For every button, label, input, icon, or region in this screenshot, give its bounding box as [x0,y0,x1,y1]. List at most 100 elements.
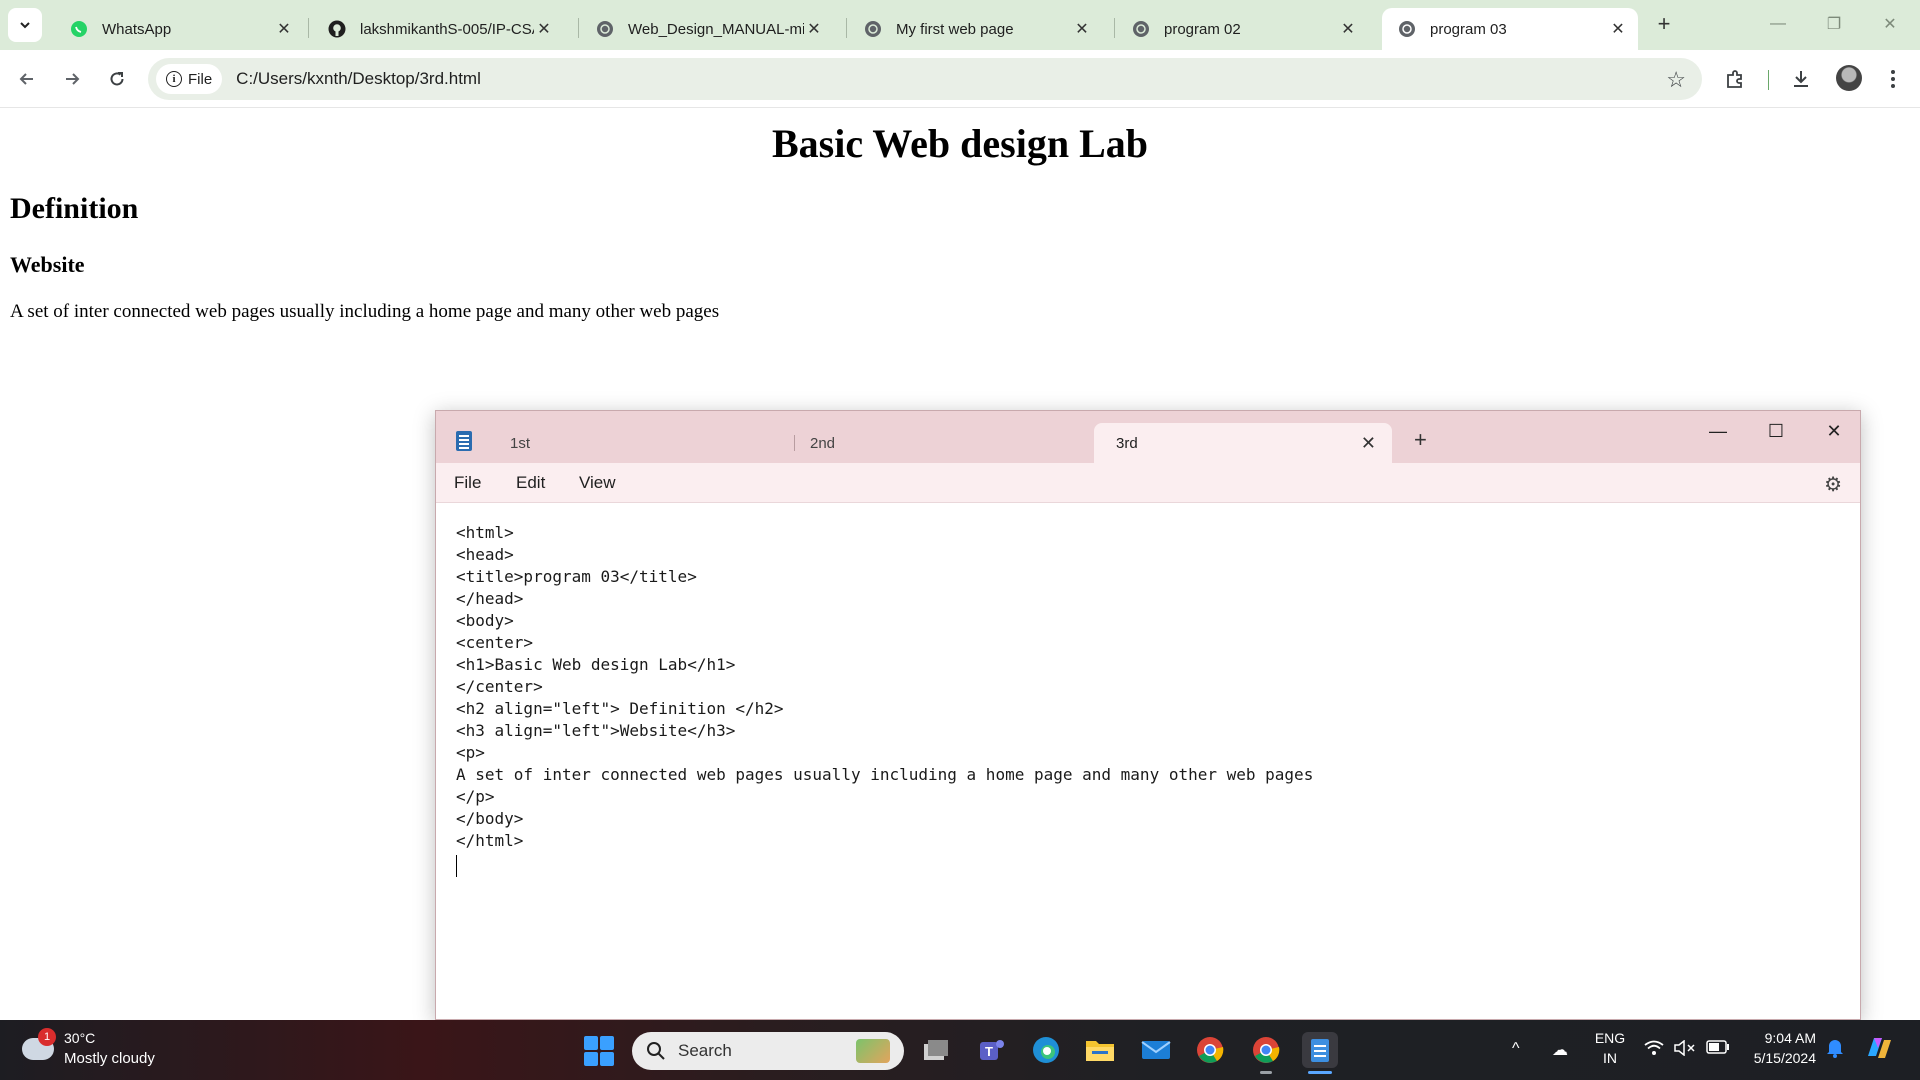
github-icon [328,20,346,38]
code-line: </head> [456,589,524,608]
code-line: </html> [456,831,524,850]
forward-button[interactable] [55,62,89,96]
notepad-new-tab-button[interactable]: + [1414,427,1427,453]
notepad-text-editor[interactable]: <html> <head> <title>program 03</title> … [436,503,1860,1019]
file-explorer-button[interactable] [1082,1032,1118,1068]
address-bar[interactable]: i File C:/Users/kxnth/Desktop/3rd.html ☆ [148,58,1702,100]
browser-tab-github[interactable]: lakshmikanthS-005/IP-CSA ✕ [312,8,564,50]
site-info-chip[interactable]: i File [156,64,223,94]
browser-tab-my-first-web-page[interactable]: My first web page ✕ [848,8,1102,50]
info-icon: i [166,71,182,87]
search-highlight-image [856,1039,890,1063]
windows-logo-tile [584,1052,598,1066]
running-indicator [1260,1071,1272,1074]
chevron-up-icon[interactable]: ^ [1512,1040,1520,1058]
browser-tab-whatsapp[interactable]: WhatsApp ✕ [54,8,304,50]
language-region[interactable]: IN [1590,1050,1630,1066]
notepad-close-button[interactable]: ✕ [1805,411,1860,451]
minimize-button[interactable]: — [1750,0,1806,48]
chrome-app-button[interactable] [1192,1032,1228,1068]
arrow-left-icon [19,73,33,85]
page-heading-h1: Basic Web design Lab [771,121,1149,166]
task-view-button[interactable] [918,1032,954,1068]
edge-icon [1033,1037,1059,1063]
edge-app-button[interactable] [1028,1032,1064,1068]
start-button[interactable] [584,1036,614,1066]
tab-title: program 03 [1430,20,1507,38]
toolbar-separator [1768,70,1769,90]
notepad-tab-1st[interactable]: 1st [488,423,734,463]
speaker-muted-icon[interactable] [1674,1039,1696,1061]
tab-search-button[interactable] [8,8,42,42]
clock-date[interactable]: 5/15/2024 [1740,1050,1816,1066]
notepad-tab-label: 3rd [1116,434,1138,452]
tab-title: program 02 [1164,20,1241,38]
tab-separator [578,18,579,38]
taskbar-search-box[interactable]: Search [632,1032,904,1070]
tab-separator [1114,18,1115,38]
browser-tab-program-03[interactable]: program 03 ✕ [1382,8,1638,50]
notepad-window: 1st 2nd 3rd ✕ + — ☐ ✕ File Edit View ⚙ <… [435,410,1861,1020]
copilot-icon[interactable] [1864,1034,1894,1067]
whatsapp-icon [70,20,88,38]
url-text[interactable]: C:/Users/kxnth/Desktop/3rd.html [236,69,481,89]
chrome-icon [1253,1037,1280,1063]
browser-tab-program-02[interactable]: program 02 ✕ [1116,8,1368,50]
notepad-maximize-button[interactable]: ☐ [1747,411,1805,451]
settings-gear-icon[interactable]: ⚙ [1824,472,1842,497]
notepad-app-icon [456,431,472,451]
restore-button[interactable]: ❐ [1806,0,1862,48]
back-button[interactable] [10,62,44,96]
close-icon[interactable]: ✕ [274,19,294,39]
tab-separator [846,18,847,38]
windows-logo-tile [584,1036,598,1050]
close-window-button[interactable]: ✕ [1862,0,1918,48]
chevron-down-icon [20,22,30,29]
language-code[interactable]: ENG [1590,1030,1630,1046]
wifi-icon[interactable] [1644,1040,1664,1061]
notepad-icon [1311,1039,1329,1062]
chrome-icon [1197,1037,1224,1063]
site-info-label: File [188,70,213,88]
close-icon[interactable]: ✕ [1361,433,1376,454]
new-tab-button[interactable]: + [1650,10,1678,38]
active-indicator [1308,1071,1332,1074]
close-icon[interactable]: ✕ [1072,19,1092,39]
weather-description: Mostly cloudy [64,1050,155,1067]
notepad-tab-2nd[interactable]: 2nd [788,423,1086,463]
browser-menu-button[interactable] [1876,62,1910,96]
teams-app-button[interactable]: T [974,1032,1010,1068]
menu-file[interactable]: File [454,473,481,493]
mail-app-button[interactable] [1138,1032,1174,1068]
menu-view[interactable]: View [579,473,616,493]
code-line: <html> [456,523,514,542]
notification-badge: 1 [38,1028,56,1046]
downloads-button[interactable] [1784,62,1818,96]
bookmark-star-icon[interactable]: ☆ [1666,67,1686,93]
windows-taskbar: 1 30°C Mostly cloudy Search T ^ ☁ ENG IN [0,1020,1920,1080]
browser-tab-web-design-manual[interactable]: Web_Design_MANUAL-mi ✕ [580,8,834,50]
search-icon [647,1042,665,1060]
profile-avatar[interactable] [1836,65,1862,91]
extensions-button[interactable] [1718,62,1752,96]
code-line: </body> [456,809,524,828]
chrome-profile-app-button[interactable] [1248,1032,1284,1074]
notepad-menubar: File Edit View ⚙ [436,463,1860,503]
notepad-tab-3rd[interactable]: 3rd ✕ [1094,423,1392,463]
code-line: <h1>Basic Web design Lab</h1> [456,655,736,674]
page-paragraph: A set of inter connected web pages usual… [10,301,720,322]
clock-time[interactable]: 9:04 AM [1746,1030,1816,1046]
globe-icon [1398,20,1416,38]
reload-button[interactable] [100,62,134,96]
tab-title: WhatsApp [102,20,172,38]
onedrive-icon[interactable]: ☁ [1552,1040,1568,1060]
close-icon[interactable]: ✕ [1608,19,1628,39]
battery-icon[interactable] [1706,1040,1730,1059]
close-icon[interactable]: ✕ [1338,19,1358,39]
close-icon[interactable]: ✕ [804,19,824,39]
menu-edit[interactable]: Edit [516,473,545,493]
close-icon[interactable]: ✕ [534,19,554,39]
notepad-app-button[interactable] [1302,1032,1338,1074]
notepad-minimize-button[interactable]: — [1689,411,1747,451]
notification-bell-icon[interactable] [1826,1038,1844,1063]
